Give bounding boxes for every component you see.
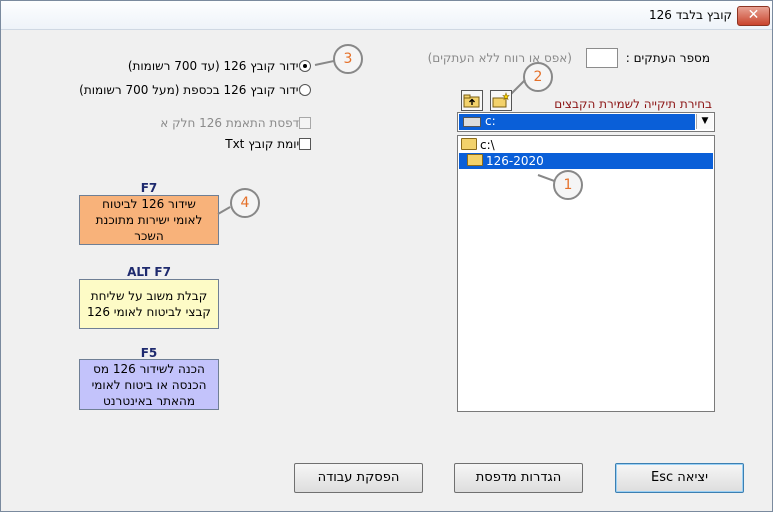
exit-button[interactable]: יציאה Esc	[615, 463, 744, 493]
radio-label-up-to-700: שידור קובץ 126 (עד 700 רשומות)	[127, 59, 307, 73]
callout-4: 4	[230, 188, 260, 218]
alt-f7-key-label: ALT F7	[127, 265, 171, 279]
new-folder-icon	[492, 92, 510, 108]
check-txt-extension[interactable]	[299, 138, 311, 150]
new-folder-button[interactable]	[490, 90, 512, 111]
radio-label-over-700: שידור קובץ 126 בכספת (מעל 700 רשומות)	[79, 83, 307, 97]
folder-item-root[interactable]: c:\	[459, 137, 713, 153]
title-bar: קובץ בלבד 126 ✕	[1, 1, 772, 30]
f5-key-label: F5	[140, 346, 158, 360]
callout-2-leader	[510, 79, 526, 95]
check-print-part-a	[299, 117, 311, 129]
window-title: קובץ בלבד 126	[649, 8, 732, 22]
send-to-nii-button[interactable]: שידור 126 לביטוח לאומי ישירות מתוכנת השכ…	[79, 195, 219, 245]
check-label-print-part-a: הדפסת התאמת 126 חלק א	[160, 116, 307, 130]
radio-over-700[interactable]	[299, 84, 311, 96]
open-folder-icon	[467, 154, 483, 166]
drive-value: c:	[485, 114, 496, 128]
dialog-window: קובץ בלבד 126 ✕ מספר העתקים : (אפס או רו…	[0, 0, 773, 512]
callout-3: 3	[333, 44, 363, 74]
radio-up-to-700[interactable]	[299, 60, 311, 72]
folder-up-icon	[463, 94, 480, 108]
callout-1: 1	[553, 170, 583, 200]
receive-feedback-button[interactable]: קבלת משוב על שליחת קבצי לביטוח לאומי 126	[79, 279, 219, 329]
drive-combo[interactable]: c: ▼	[457, 112, 715, 132]
copies-hint: (אפס או רווח ללא העתקים)	[427, 51, 572, 65]
folder-list[interactable]: c:\ 126-2020	[457, 135, 715, 412]
drive-icon	[463, 117, 481, 127]
copies-label: מספר העתקים :	[625, 51, 710, 65]
folder-up-button[interactable]	[461, 90, 483, 111]
copies-input[interactable]	[586, 48, 618, 68]
callout-4-leader	[217, 206, 231, 215]
chevron-down-icon[interactable]: ▼	[696, 114, 713, 129]
open-folder-icon	[461, 138, 477, 150]
folder-select-label: בחירת תיקייה לשמירת הקבצים	[554, 97, 712, 111]
callout-2: 2	[523, 62, 553, 92]
f7-key-label: F7	[140, 181, 158, 195]
check-label-txt: סיומת קובץ Txt	[225, 137, 307, 151]
stop-work-button[interactable]: הפסקת עבודה	[294, 463, 423, 493]
close-button[interactable]: ✕	[737, 6, 770, 26]
prepare-upload-button[interactable]: הכנה לשידור 126 מס הכנסה או ביטוח לאומי …	[79, 359, 219, 410]
folder-item-selected[interactable]: 126-2020	[459, 153, 713, 169]
printer-settings-button[interactable]: הגדרות מדפסת	[454, 463, 583, 493]
